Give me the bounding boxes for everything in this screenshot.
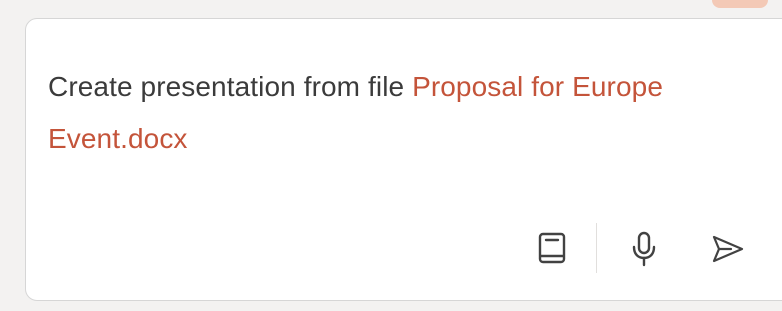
top-accent-tab: [712, 0, 768, 8]
composer-toolbar: [496, 219, 782, 279]
compose-box[interactable]: Create presentation from file Proposal f…: [25, 18, 782, 301]
microphone-icon: [630, 231, 658, 267]
send-icon: [711, 234, 745, 264]
toolbar-divider: [596, 223, 597, 273]
notebook-button[interactable]: [530, 227, 574, 271]
notebook-icon: [537, 232, 567, 266]
send-button[interactable]: [706, 227, 750, 271]
prompt-input[interactable]: Create presentation from file Proposal f…: [48, 61, 760, 165]
microphone-button[interactable]: [622, 227, 666, 271]
prompt-text: Create presentation from file: [48, 71, 413, 102]
